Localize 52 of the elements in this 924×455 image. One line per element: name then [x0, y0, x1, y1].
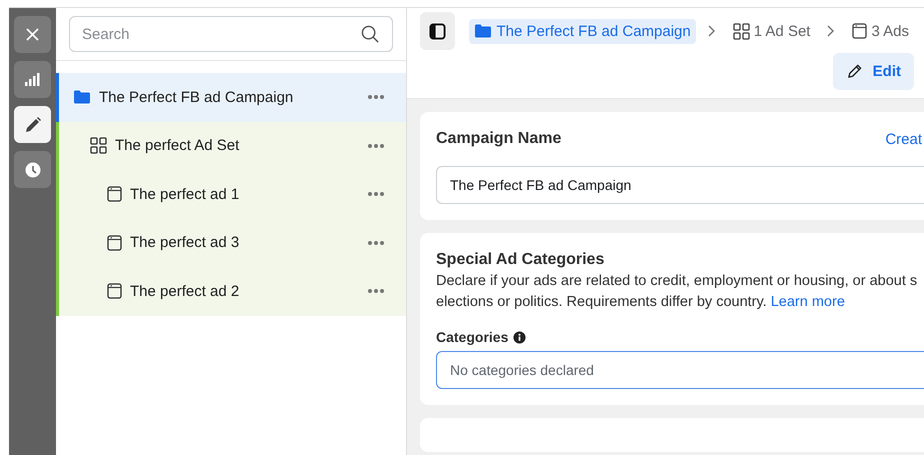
tree-item[interactable]: The perfect ad 3: [56, 218, 406, 267]
tree-item[interactable]: The Perfect FB ad Campaign: [56, 73, 406, 122]
tree-item-label: The perfect ad 2: [130, 282, 240, 300]
tree-item[interactable]: The perfect ad 2: [56, 267, 406, 316]
edit-mode-button[interactable]: [14, 106, 51, 143]
edit-button[interactable]: Edit: [832, 53, 914, 90]
search-icon: [361, 24, 380, 44]
folder-icon: [474, 23, 492, 39]
breadcrumb-link[interactable]: 1 Ad Set: [728, 18, 816, 44]
chevron-right-icon: [827, 25, 836, 37]
info-icon: [513, 330, 526, 344]
close-button[interactable]: [14, 16, 51, 53]
pencil-icon: [846, 63, 863, 80]
sidebar-icon: [429, 22, 446, 40]
card-title: Campaign Name: [436, 130, 562, 148]
tree-item[interactable]: The perfect Ad Set: [56, 122, 406, 170]
more-icon: [368, 95, 384, 100]
learn-more-link[interactable]: Learn more: [770, 294, 845, 310]
description-text: Declare if your ads are related to credit, employment or housing, or about s elections or politics. Requirements differ by country. Learn more: [436, 272, 918, 312]
card-title: Special Ad Categories: [436, 251, 606, 269]
create-link[interactable]: Creat: [885, 130, 922, 148]
more-icon: [368, 144, 384, 148]
folder-icon: [73, 89, 91, 106]
tree-item-label: The Perfect FB ad Campaign: [99, 88, 294, 106]
tree-item-label: The perfect ad 1: [130, 186, 240, 203]
tree-item[interactable]: The perfect ad 1: [56, 170, 406, 218]
breadcrumb-link[interactable]: 3 Ads: [847, 18, 914, 44]
chart-button[interactable]: [14, 61, 51, 98]
campaign-name-field[interactable]: The Perfect FB ad Campaign: [436, 166, 924, 204]
categories-field[interactable]: No categories declared: [436, 351, 924, 389]
more-icon: [368, 289, 384, 294]
clock-icon: [24, 162, 40, 178]
search-input[interactable]: Search: [82, 26, 361, 42]
close-icon: [24, 26, 41, 43]
window-icon: [107, 234, 122, 251]
grid-icon: [90, 137, 107, 154]
search-field[interactable]: Search: [69, 16, 393, 52]
window-icon: [107, 186, 122, 202]
pencil-icon: [24, 116, 42, 134]
tree-item-label: The perfect ad 3: [130, 234, 240, 252]
window-icon: [107, 283, 122, 300]
history-button[interactable]: [14, 151, 51, 188]
tree-item-label: The perfect Ad Set: [115, 137, 240, 154]
window-icon: [852, 23, 868, 39]
bar-chart-icon: [24, 72, 41, 87]
breadcrumb-link[interactable]: The Perfect FB ad Campaign: [469, 18, 696, 44]
sidebar-toggle-button[interactable]: [420, 12, 456, 50]
field-label: Categories: [436, 329, 508, 345]
more-icon: [368, 240, 384, 245]
grid-icon: [732, 22, 750, 40]
more-icon: [368, 192, 384, 196]
chevron-right-icon: [708, 25, 716, 37]
